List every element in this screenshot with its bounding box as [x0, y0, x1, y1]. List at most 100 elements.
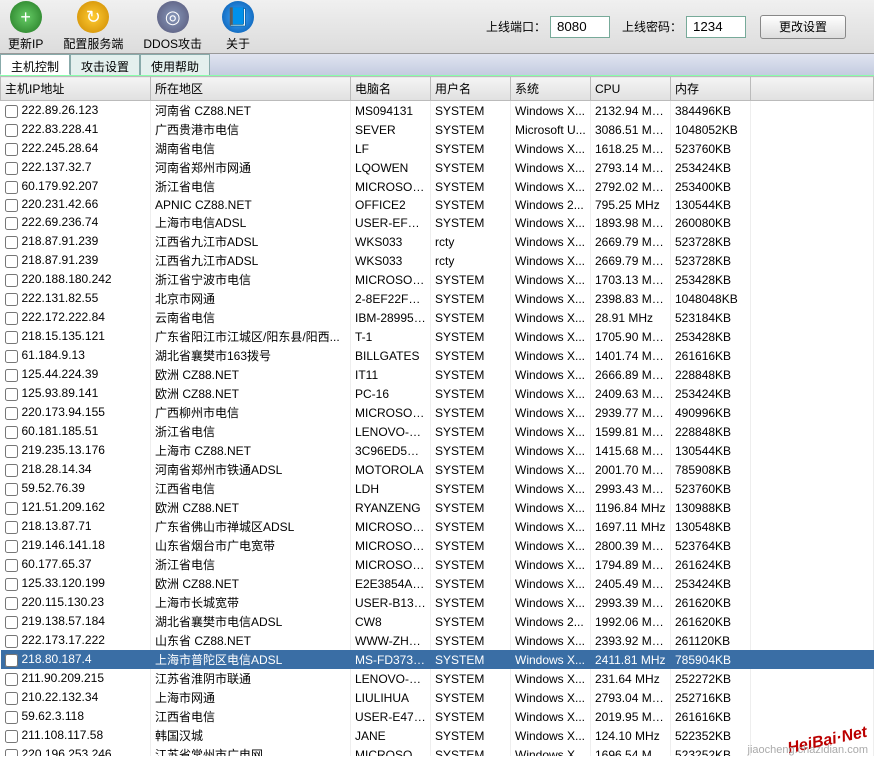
row-checkbox[interactable] [5, 199, 18, 212]
row-checkbox[interactable] [5, 730, 18, 743]
row-checkbox[interactable] [5, 635, 18, 648]
table-row[interactable]: 222.69.236.74上海市电信ADSLUSER-EFD0...SYSTEM… [1, 213, 874, 232]
port-input[interactable] [550, 16, 610, 38]
tab-host-control[interactable]: 主机控制 [0, 54, 70, 75]
table-row[interactable]: 125.93.89.141欧洲 CZ88.NETPC-16SYSTEMWindo… [1, 384, 874, 403]
row-checkbox[interactable] [5, 236, 18, 249]
row-checkbox[interactable] [5, 293, 18, 306]
about-button[interactable]: 📘 关于 [222, 1, 254, 52]
row-checkbox[interactable] [5, 255, 18, 268]
col-location[interactable]: 所在地区 [151, 77, 351, 101]
row-checkbox[interactable] [5, 578, 18, 591]
col-pcname[interactable]: 电脑名 [351, 77, 431, 101]
table-row[interactable]: 218.28.14.34河南省郑州市铁通ADSLMOTOROLASYSTEMWi… [1, 460, 874, 479]
table-row[interactable]: 219.235.13.176上海市 CZ88.NET3C96ED5C2...SY… [1, 441, 874, 460]
row-checkbox[interactable] [5, 559, 18, 572]
change-settings-button[interactable]: 更改设置 [760, 15, 846, 39]
table-row[interactable]: 60.179.92.207浙江省电信MICROSOF-...SYSTEMWind… [1, 177, 874, 196]
cell-loc: 江西省电信 [151, 707, 351, 726]
row-checkbox[interactable] [5, 331, 18, 344]
tab-attack-settings[interactable]: 攻击设置 [70, 54, 140, 75]
cell-loc: 湖北省襄樊市电信ADSL [151, 612, 351, 631]
row-checkbox[interactable] [5, 312, 18, 325]
row-checkbox[interactable] [5, 540, 18, 553]
table-row[interactable]: 121.51.209.162欧洲 CZ88.NETRYANZENGSYSTEMW… [1, 498, 874, 517]
cell-extra [751, 289, 874, 308]
table-row[interactable]: 222.131.82.55北京市网通2-8EF22F98...SYSTEMWin… [1, 289, 874, 308]
refresh-ip-button[interactable]: + 更新IP [8, 1, 43, 52]
row-checkbox[interactable] [5, 692, 18, 705]
table-row[interactable]: 59.62.3.118江西省电信USER-E471...SYSTEMWindow… [1, 707, 874, 726]
row-checkbox[interactable] [5, 597, 18, 610]
table-row[interactable]: 222.173.17.222山东省 CZ88.NETWWW-ZHYJ3SYSTE… [1, 631, 874, 650]
table-row[interactable]: 218.80.187.4上海市普陀区电信ADSLMS-FD373D...SYST… [1, 650, 874, 669]
row-checkbox[interactable] [5, 426, 18, 439]
table-row[interactable]: 220.173.94.155广西柳州市电信MICROSOF-...SYSTEMW… [1, 403, 874, 422]
table-row[interactable]: 219.146.141.18山东省烟台市广电宽带MICROSOF-...SYST… [1, 536, 874, 555]
cell-user: SYSTEM [431, 650, 511, 669]
col-extra[interactable] [751, 77, 874, 101]
row-checkbox[interactable] [5, 483, 18, 496]
ddos-button[interactable]: ◎ DDOS攻击 [143, 1, 202, 52]
table-row[interactable]: 218.87.91.239江西省九江市ADSLWKS033rctyWindows… [1, 232, 874, 251]
table-row[interactable]: 220.115.130.23上海市长城宽带USER-B13F...SYSTEMW… [1, 593, 874, 612]
table-row[interactable]: 125.44.224.39欧洲 CZ88.NETIT11SYSTEMWindow… [1, 365, 874, 384]
row-checkbox[interactable] [5, 445, 18, 458]
row-checkbox[interactable] [5, 464, 18, 477]
row-checkbox[interactable] [5, 162, 18, 175]
table-row[interactable]: 219.138.57.184湖北省襄樊市电信ADSLCW8SYSTEMWindo… [1, 612, 874, 631]
cell-ip: 222.173.17.222 [1, 631, 151, 650]
tab-help[interactable]: 使用帮助 [140, 54, 210, 75]
col-memory[interactable]: 内存 [671, 77, 751, 101]
row-checkbox[interactable] [5, 673, 18, 686]
cell-loc: 浙江省电信 [151, 177, 351, 196]
col-username[interactable]: 用户名 [431, 77, 511, 101]
row-checkbox[interactable] [5, 124, 18, 137]
cell-sys: Windows X... [511, 177, 591, 196]
col-cpu[interactable]: CPU [591, 77, 671, 101]
table-row[interactable]: 211.90.209.215江苏省淮阴市联通LENOVO-A...SYSTEMW… [1, 669, 874, 688]
table-row[interactable]: 222.245.28.64湖南省电信LFSYSTEMWindows X...16… [1, 139, 874, 158]
row-checkbox[interactable] [5, 217, 18, 230]
table-row[interactable]: 60.177.65.37浙江省电信MICROSOF-...SYSTEMWindo… [1, 555, 874, 574]
row-checkbox[interactable] [5, 274, 18, 287]
table-row[interactable]: 220.188.180.242浙江省宁波市电信MICROSOF-...SYSTE… [1, 270, 874, 289]
password-input[interactable] [686, 16, 746, 38]
cell-extra [751, 139, 874, 158]
cell-loc: 北京市网通 [151, 289, 351, 308]
table-row[interactable]: 61.184.9.13湖北省襄樊市163拨号BILLGATESSYSTEMWin… [1, 346, 874, 365]
host-table-wrap[interactable]: 主机IP地址 所在地区 电脑名 用户名 系统 CPU 内存 222.89.26.… [0, 76, 874, 756]
row-checkbox[interactable] [5, 388, 18, 401]
table-row[interactable]: 218.13.87.71广东省佛山市禅城区ADSLMICROSOF-...SYS… [1, 517, 874, 536]
config-client-button[interactable]: ↻ 配置服务端 [63, 1, 123, 52]
row-checkbox[interactable] [5, 749, 18, 756]
table-row[interactable]: 210.22.132.34上海市网通LIULIHUASYSTEMWindows … [1, 688, 874, 707]
table-row[interactable]: 222.137.32.7河南省郑州市网通LQOWENSYSTEMWindows … [1, 158, 874, 177]
row-checkbox[interactable] [5, 502, 18, 515]
row-checkbox[interactable] [5, 105, 18, 118]
table-row[interactable]: 59.52.76.39江西省电信LDHSYSTEMWindows X...299… [1, 479, 874, 498]
row-checkbox[interactable] [5, 616, 18, 629]
cell-sys: Windows X... [511, 650, 591, 669]
col-ip[interactable]: 主机IP地址 [1, 77, 151, 101]
table-row[interactable]: 222.172.222.84云南省电信IBM-289950...SYSTEMWi… [1, 308, 874, 327]
table-row[interactable]: 218.87.91.239江西省九江市ADSLWKS033rctyWindows… [1, 251, 874, 270]
col-system[interactable]: 系统 [511, 77, 591, 101]
row-checkbox[interactable] [5, 181, 18, 194]
row-checkbox[interactable] [5, 350, 18, 363]
table-row[interactable]: 220.231.42.66APNIC CZ88.NETOFFICE2SYSTEM… [1, 196, 874, 213]
row-checkbox[interactable] [5, 143, 18, 156]
row-checkbox[interactable] [5, 369, 18, 382]
row-checkbox[interactable] [5, 521, 18, 534]
table-row[interactable]: 222.83.228.41广西贵港市电信SEVERSYSTEMMicrosoft… [1, 120, 874, 139]
row-checkbox[interactable] [5, 654, 18, 667]
table-row[interactable]: 60.181.185.51浙江省电信LENOVO-6E...SYSTEMWind… [1, 422, 874, 441]
row-checkbox[interactable] [5, 711, 18, 724]
table-row[interactable]: 222.89.26.123河南省 CZ88.NETMS094131SYSTEMW… [1, 101, 874, 121]
row-checkbox[interactable] [5, 407, 18, 420]
table-row[interactable]: 211.108.117.58韩国汉城JANESYSTEMWindows X...… [1, 726, 874, 745]
table-row[interactable]: 220.196.253.246江苏省常州市广电网MICROSOF-...SYST… [1, 745, 874, 756]
cell-sys: Windows X... [511, 101, 591, 121]
table-row[interactable]: 218.15.135.121广东省阳江市江城区/阳东县/阳西...T-1SYST… [1, 327, 874, 346]
table-row[interactable]: 125.33.120.199欧洲 CZ88.NETE2E3854A4...SYS… [1, 574, 874, 593]
